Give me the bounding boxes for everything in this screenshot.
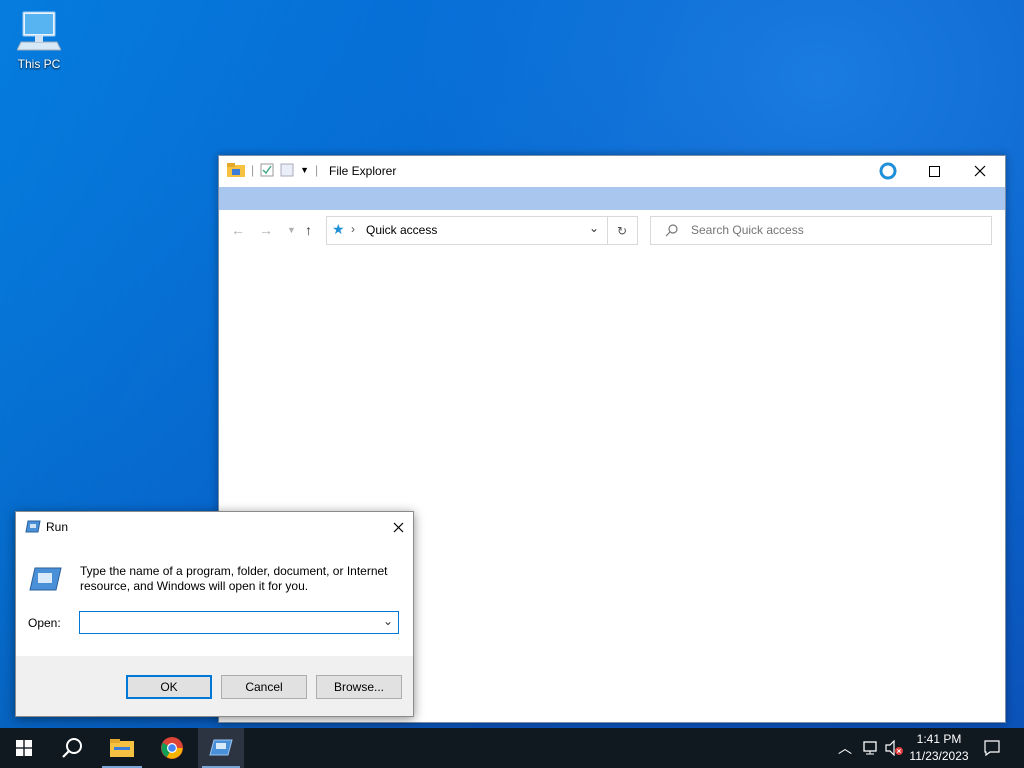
- open-combobox[interactable]: ⌄: [79, 611, 399, 634]
- volume-muted-icon: [885, 740, 903, 756]
- close-icon: [974, 165, 986, 177]
- loading-spinner-icon: [879, 162, 897, 180]
- start-button[interactable]: [0, 728, 48, 768]
- forward-arrow-icon[interactable]: →: [259, 222, 273, 238]
- properties-icon[interactable]: [260, 163, 274, 177]
- run-program-icon: [29, 567, 62, 591]
- breadcrumb-chevron-icon: ›: [351, 222, 355, 236]
- taskbar-file-explorer[interactable]: [98, 728, 146, 768]
- chrome-icon: [161, 737, 183, 759]
- close-button[interactable]: [957, 156, 1003, 186]
- taskbar-run[interactable]: [198, 728, 244, 768]
- search-icon: [62, 738, 82, 758]
- recent-locations-icon[interactable]: ▼: [287, 225, 296, 235]
- file-explorer-icon: [110, 739, 134, 757]
- quick-access-star-icon: ★: [332, 221, 345, 237]
- start-icon: [16, 740, 32, 756]
- search-icon: [665, 224, 678, 237]
- search-button[interactable]: [48, 728, 96, 768]
- maximize-button[interactable]: [911, 156, 957, 186]
- clock-date: 11/23/2023: [909, 749, 969, 763]
- run-dialog: Run Type the name of a program, folder, …: [15, 511, 414, 717]
- quick-access-toolbar-dropdown-icon[interactable]: ▼: [300, 165, 309, 175]
- maximize-icon: [928, 165, 940, 177]
- clock-time: 1:41 PM: [916, 732, 962, 746]
- show-hidden-icons[interactable]: ︿: [838, 728, 852, 768]
- refresh-icon: ↻: [616, 223, 628, 238]
- up-arrow-icon[interactable]: ↑: [305, 222, 312, 238]
- notification-icon: [984, 740, 1000, 757]
- taskbar-chrome[interactable]: [148, 728, 196, 768]
- action-center-button[interactable]: [982, 728, 1002, 768]
- cancel-button[interactable]: Cancel: [221, 675, 307, 699]
- open-label: Open:: [28, 616, 61, 630]
- chevron-up-icon: ︿: [838, 740, 852, 756]
- address-bar[interactable]: ★ › Quick access ⌄: [326, 216, 608, 245]
- taskbar-clock[interactable]: 1:41 PM 11/23/2023: [902, 731, 976, 765]
- run-title: Run: [46, 520, 69, 534]
- navigation-bar: ← → ▼ ↑ ★ › Quick access ⌄ ↻: [219, 212, 1005, 248]
- ok-button[interactable]: OK: [126, 675, 212, 699]
- minimize-button[interactable]: [865, 156, 911, 186]
- combobox-dropdown-icon[interactable]: ⌄: [383, 614, 393, 628]
- address-text: Quick access: [366, 223, 438, 237]
- separator-icon: |: [251, 163, 255, 177]
- search-box[interactable]: [650, 216, 992, 245]
- computer-icon: [16, 11, 62, 51]
- run-icon: [209, 739, 233, 756]
- run-icon: [25, 520, 41, 533]
- run-description: Type the name of a program, folder, docu…: [80, 564, 388, 593]
- run-titlebar[interactable]: Run: [16, 512, 413, 542]
- open-input[interactable]: [83, 614, 377, 631]
- desktop-icon-label: This PC: [17, 57, 61, 71]
- browse-button[interactable]: Browse...: [316, 675, 402, 699]
- explorer-titlebar[interactable]: | ▼ | File Explorer: [219, 156, 1005, 186]
- network-icon: [863, 741, 877, 755]
- taskbar: ︿ 1:41 PM 11/23/2023: [0, 728, 1024, 768]
- separator-icon: |: [315, 163, 319, 177]
- ribbon-bar[interactable]: [219, 187, 1005, 210]
- desktop-icon-this-pc[interactable]: This PC: [12, 8, 66, 71]
- network-status[interactable]: [862, 728, 880, 768]
- folder-icon: [227, 163, 245, 177]
- refresh-button[interactable]: ↻: [607, 216, 638, 245]
- close-icon: [393, 522, 403, 532]
- new-folder-icon[interactable]: [280, 163, 294, 177]
- search-input[interactable]: [689, 222, 983, 238]
- back-arrow-icon[interactable]: ←: [231, 222, 245, 238]
- address-dropdown-icon[interactable]: ⌄: [589, 221, 599, 235]
- volume-status[interactable]: [884, 728, 904, 768]
- run-close-button[interactable]: [383, 512, 413, 542]
- explorer-title: File Explorer: [329, 164, 397, 178]
